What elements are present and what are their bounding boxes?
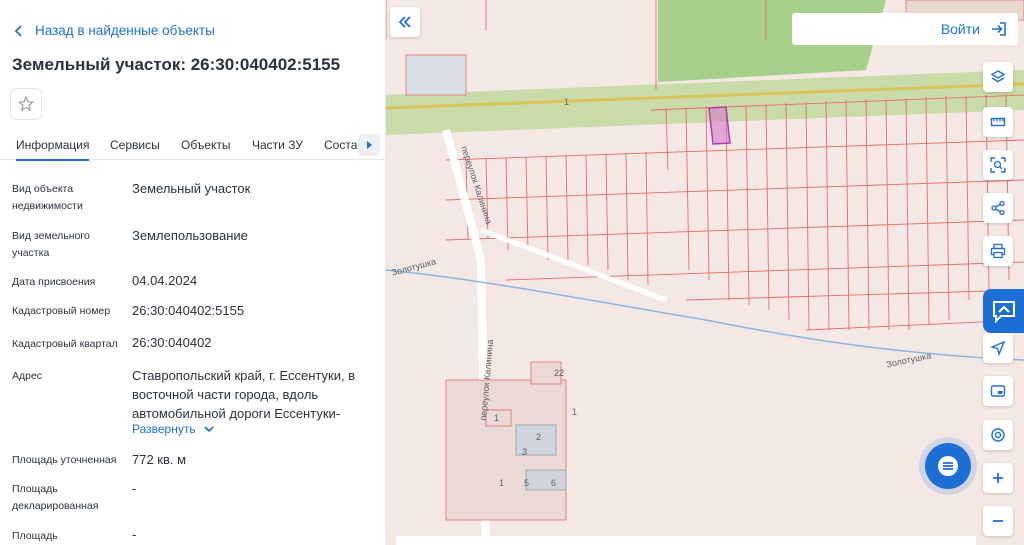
print-button[interactable] [983, 236, 1013, 266]
parcel-number: 1 [564, 97, 570, 107]
back-link-label: Назад в найденные объекты [35, 23, 215, 38]
menu-fab-button[interactable] [925, 443, 971, 489]
double-chevron-left-icon [398, 16, 411, 28]
building [525, 469, 567, 491]
info-tabs: Информация Сервисы Объекты Части ЗУ Сост… [0, 130, 385, 161]
navigation-arrow-icon [990, 340, 1006, 356]
field-value-cadastral-quarter: 26:30:040402 [132, 335, 212, 350]
cadastral-map[interactable]: переулок Калинина переулок Калинина Золо… [386, 0, 1024, 545]
selected-parcel[interactable] [708, 106, 731, 145]
login-button[interactable]: Войти [792, 13, 1018, 45]
chevron-down-icon [204, 426, 214, 433]
tab-objects[interactable]: Объекты [181, 138, 231, 152]
parcel-number: 22 [554, 368, 565, 378]
field-label-land-type: Вид земельного участка [12, 230, 90, 259]
field-label-assign-date: Дата присвоения [12, 276, 96, 288]
ruler-button[interactable] [983, 107, 1013, 137]
chat-bubble-icon [992, 301, 1015, 324]
geolocation-button[interactable] [983, 420, 1013, 450]
road-strip [386, 70, 1024, 135]
triangle-right-icon [367, 141, 372, 149]
field-value-area-declared: - [132, 481, 137, 496]
chevron-left-icon [14, 24, 22, 37]
field-label-object-type: Вид объекта недвижимости [12, 183, 83, 212]
minimap-button[interactable] [983, 376, 1013, 406]
area-select-button[interactable] [983, 150, 1013, 180]
zoom-in-button[interactable] [983, 463, 1013, 493]
parcel-number: 6 [551, 478, 557, 488]
object-info-panel: Назад в найденные объекты Земельный учас… [0, 0, 386, 545]
field-value-cadastral-number: 26:30:040402:5155 [132, 303, 245, 318]
field-value-object-type: Земельный участок [132, 181, 251, 196]
plus-icon [993, 473, 1003, 483]
parcel-number: 1 [572, 407, 578, 417]
page-title: Земельный участок: 26:30:040402:5155 [12, 55, 341, 74]
tabs-scroll-right-button[interactable] [358, 134, 380, 156]
parcel-number: 3 [522, 447, 528, 457]
parcel-number: 5 [524, 478, 530, 488]
field-label-area-refined: Площадь уточненная [12, 454, 117, 466]
building [405, 54, 467, 96]
ruler-icon [990, 117, 1006, 127]
tab-information[interactable]: Информация [16, 138, 90, 161]
parcel-number: 1 [494, 413, 500, 423]
field-value-area: - [132, 527, 137, 542]
field-value-area-refined: 772 кв. м [132, 452, 187, 467]
field-label-area: Площадь [12, 530, 58, 542]
menu-lines-icon [938, 456, 958, 476]
login-label: Войти [940, 21, 980, 37]
tab-land-parts[interactable]: Части ЗУ [252, 138, 303, 152]
field-value-assign-date: 04.04.2024 [132, 273, 198, 288]
geolocation-icon [991, 428, 1005, 442]
field-label-area-declared: Площадь декларированная [12, 483, 99, 512]
minimap-icon [990, 385, 1006, 397]
collapse-panel-button[interactable] [390, 7, 420, 37]
minus-icon [993, 520, 1003, 522]
field-label-cadastral-quarter: Кадастровый квартал [12, 338, 118, 350]
expand-address-button[interactable]: Развернуть [132, 422, 214, 436]
star-icon [17, 95, 35, 112]
layers-icon [990, 70, 1006, 83]
side-road [480, 227, 667, 303]
zoom-out-button[interactable] [983, 506, 1013, 536]
share-icon [991, 200, 1005, 216]
favorite-button[interactable] [10, 88, 42, 120]
printer-icon [990, 243, 1006, 259]
sign-in-icon [992, 22, 1006, 36]
share-button[interactable] [983, 193, 1013, 223]
map-bottom-bar [396, 536, 976, 545]
area-select-icon [990, 157, 1006, 173]
parcel-number: 2 [536, 432, 542, 442]
field-label-address: Адрес [12, 370, 43, 382]
field-value-land-type: Землепользование [132, 228, 248, 243]
expand-label: Развернуть [132, 422, 196, 436]
layers-button[interactable] [983, 62, 1013, 92]
field-value-address: Ставропольский край, г. Ессентуки, в вос… [132, 368, 356, 421]
tab-services[interactable]: Сервисы [110, 138, 160, 152]
locate-button[interactable] [983, 333, 1013, 363]
field-label-cadastral-number: Кадастровый номер [12, 305, 111, 317]
back-link[interactable]: Назад в найденные объекты [13, 23, 215, 38]
gosuslugi-button[interactable] [983, 289, 1024, 333]
parcel-number: 1 [499, 478, 505, 488]
